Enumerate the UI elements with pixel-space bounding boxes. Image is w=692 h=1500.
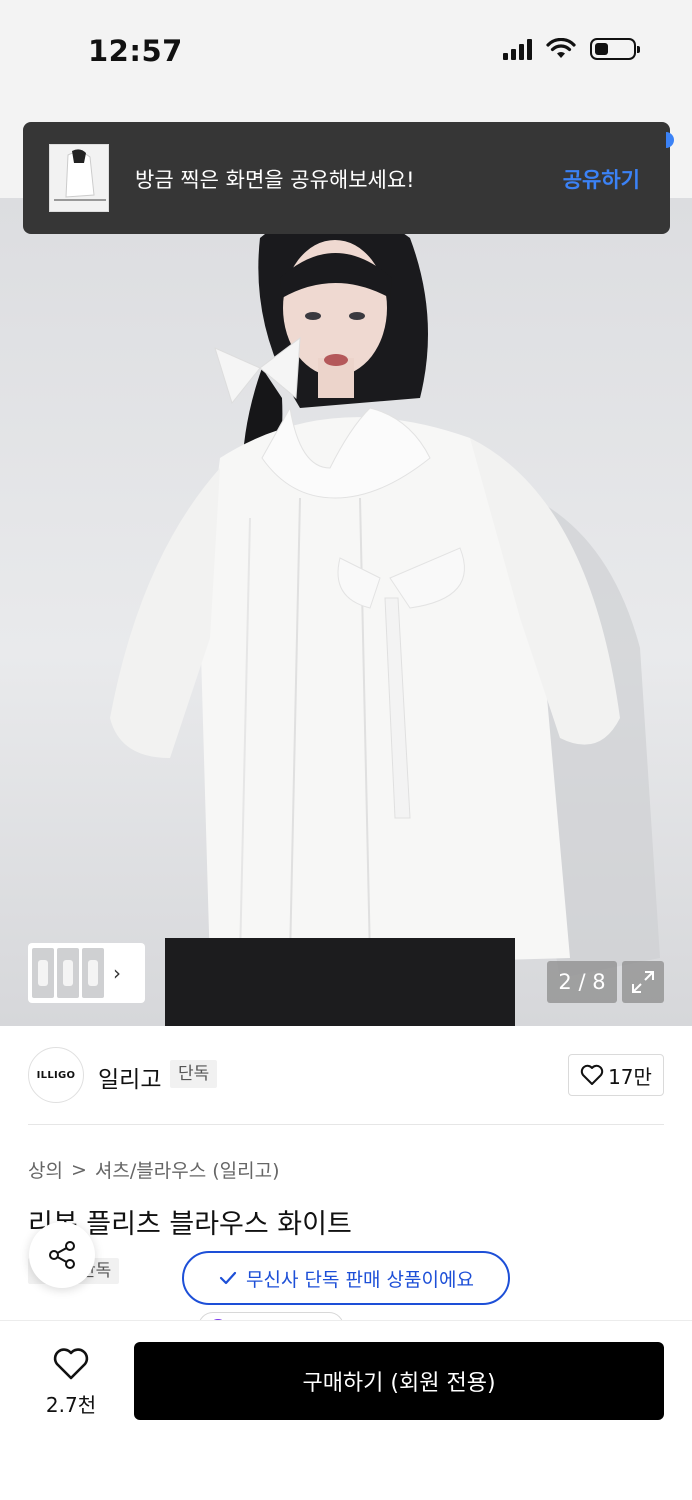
breadcrumb-subcategory[interactable]: 셔츠/블라우스 (일리고) [95, 1156, 280, 1183]
status-time: 12:57 [88, 34, 183, 68]
wishlist-count: 2.7천 [45, 1393, 97, 1417]
cellular-signal-icon [503, 38, 532, 60]
exclusive-notice-text: 무신사 단독 판매 상품이에요 [246, 1268, 474, 1291]
share-button[interactable] [29, 1222, 95, 1288]
toast-share-button[interactable]: 공유하기 [563, 164, 640, 194]
wishlist-button[interactable]: 2.7천 [40, 1347, 102, 1418]
breadcrumb: 상의 > 셔츠/블라우스 (일리고) [28, 1156, 279, 1183]
brand-like-count: 17만 [608, 1064, 652, 1089]
breadcrumb-separator: > [70, 1158, 87, 1181]
brand-name[interactable]: 일리고 [98, 1060, 161, 1094]
status-icons [503, 38, 640, 60]
brand-like-button[interactable]: 17만 [568, 1054, 664, 1096]
screenshot-thumbnail[interactable] [49, 144, 109, 212]
chevron-right-icon: › [113, 961, 121, 985]
battery-icon [590, 38, 640, 60]
gallery-thumbnail[interactable] [82, 948, 104, 998]
brand-exclusive-tag: 단독 [170, 1060, 218, 1088]
bottom-action-bar: 2.7천 구매하기 (회원 전용) [0, 1320, 692, 1500]
heart-icon [53, 1348, 89, 1380]
heart-icon [580, 1064, 604, 1085]
product-image[interactable] [0, 100, 692, 1026]
breadcrumb-category[interactable]: 상의 [28, 1156, 63, 1183]
gallery-thumbnail[interactable] [32, 948, 54, 998]
divider [28, 1124, 664, 1125]
toast-message: 방금 찍은 화면을 공유해보세요! [135, 168, 415, 192]
brand-logo[interactable]: ILLIGO [28, 1047, 84, 1103]
wifi-icon [546, 38, 576, 58]
brand-row: ILLIGO 일리고 단독 17만 [28, 1046, 664, 1106]
check-icon [219, 1271, 237, 1285]
gallery-thumbnail-strip[interactable]: › [28, 943, 145, 1003]
share-toast: 방금 찍은 화면을 공유해보세요! 공유하기 [23, 122, 674, 234]
gallery-thumbnail[interactable] [57, 948, 79, 998]
buy-button[interactable]: 구매하기 (회원 전용) [134, 1342, 664, 1420]
status-bar: 12:57 [0, 0, 692, 100]
image-counter: 2 / 8 [547, 961, 617, 1003]
expand-button[interactable] [622, 961, 664, 1003]
exclusive-notice-pill: 무신사 단독 판매 상품이에요 [182, 1251, 510, 1305]
expand-icon [632, 971, 654, 993]
model-photo [110, 208, 660, 1026]
share-icon [49, 1241, 75, 1269]
